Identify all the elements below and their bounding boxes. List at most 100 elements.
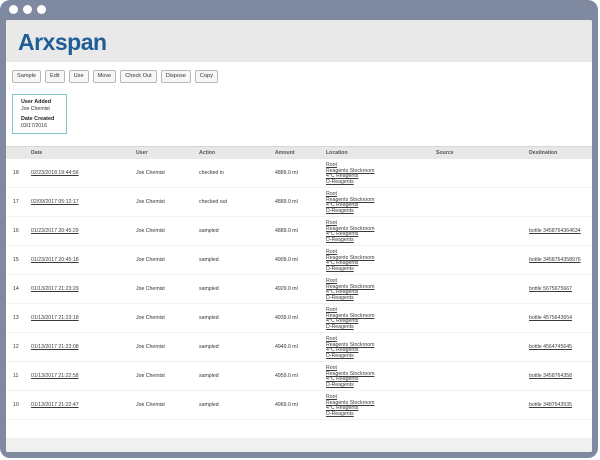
arxspan-logo[interactable]: Arxspan xyxy=(18,29,107,56)
table-row: 10 01/13/2017 21:22:47 Joe Chemist sampled 4… xyxy=(6,391,592,420)
location-link[interactable]: D-Reagents xyxy=(326,208,374,215)
row-location-path: Root Reagents Stockroom 4°C Reagents D-Reag… xyxy=(326,307,374,331)
row-user: Joe Chemist xyxy=(136,257,165,263)
row-number: 17 xyxy=(13,199,19,205)
row-location-path: Root Reagents Stockroom 4°C Reagents D-Reag… xyxy=(326,394,374,418)
row-date-link[interactable]: 02/09/2017 05:12:17 xyxy=(31,199,79,206)
row-amount: 4889.0 ml xyxy=(275,170,298,176)
row-action: sampled xyxy=(199,315,219,321)
column-header-user[interactable]: User xyxy=(136,150,148,156)
row-user: Joe Chemist xyxy=(136,286,165,292)
sample-button[interactable]: Sample xyxy=(12,70,41,83)
row-action: sampled xyxy=(199,286,219,292)
table-row: 13 01/13/2017 21:23:18 Joe Chemist sampled 4… xyxy=(6,304,592,333)
row-amount: 4939.0 ml xyxy=(275,315,298,321)
date-created-label: Date Created xyxy=(21,116,55,122)
row-action: sampled xyxy=(199,373,219,379)
row-amount: 4929.0 ml xyxy=(275,286,298,292)
row-destination-link[interactable]: bottle 3487543535 xyxy=(529,402,572,409)
location-link[interactable]: D-Reagents xyxy=(326,266,374,273)
row-destination-link[interactable]: bottle 4564745645 xyxy=(529,344,572,351)
main-panel: Sample Edit Use Move Check Out Dispose C… xyxy=(6,62,592,452)
column-header-amount[interactable]: Amount xyxy=(275,150,295,156)
row-amount: 4959.0 ml xyxy=(275,373,298,379)
dispose-button[interactable]: Dispose xyxy=(160,70,191,83)
row-user: Joe Chemist xyxy=(136,402,165,408)
row-number: 10 xyxy=(13,402,19,408)
row-user: Joe Chemist xyxy=(136,373,165,379)
window-control-minimize[interactable] xyxy=(23,5,32,14)
location-link[interactable]: D-Reagents xyxy=(326,324,374,331)
move-button[interactable]: Move xyxy=(92,70,117,83)
location-link[interactable]: D-Reagents xyxy=(326,353,374,360)
column-header-location[interactable]: Location xyxy=(326,150,348,156)
row-destination-link[interactable]: bottle 3458764364634 xyxy=(529,228,581,235)
row-amount: 4889.0 ml xyxy=(275,228,298,234)
row-date-link[interactable]: 01/23/2017 20:45:29 xyxy=(31,228,79,235)
row-destination-link[interactable]: bottle 4575643654 xyxy=(529,315,572,322)
window-control-close[interactable] xyxy=(9,5,18,14)
row-user: Joe Chemist xyxy=(136,315,165,321)
row-date-link[interactable]: 01/13/2017 21:23:08 xyxy=(31,344,79,351)
row-location-path: Root Reagents Stockroom 4°C Reagents D-Reag… xyxy=(326,162,374,186)
page-content: Arxspan Sample Edit Use Move Check Out D… xyxy=(6,20,592,452)
row-number: 15 xyxy=(13,257,19,263)
table-row: 15 01/23/2017 20:45:18 Joe Chemist sampled 4… xyxy=(6,246,592,275)
table-footer xyxy=(6,438,592,452)
check-out-button[interactable]: Check Out xyxy=(120,70,157,83)
table-row: 17 02/09/2017 05:12:17 Joe Chemist checked … xyxy=(6,188,592,217)
row-date-link[interactable]: 01/13/2017 21:22:58 xyxy=(31,373,79,380)
row-date-link[interactable]: 01/23/2017 20:45:18 xyxy=(31,257,79,264)
row-location-path: Root Reagents Stockroom 4°C Reagents D-Reag… xyxy=(326,191,374,215)
row-destination-link[interactable]: bottle 5675675667 xyxy=(529,286,572,293)
row-location-path: Root Reagents Stockroom 4°C Reagents D-Reag… xyxy=(326,278,374,302)
table-header-row: Date User Action Amount Location Source … xyxy=(6,146,592,159)
table-row: 11 01/13/2017 21:22:58 Joe Chemist sampled 4… xyxy=(6,362,592,391)
date-created-value: 03/17/2016 xyxy=(21,122,47,129)
row-action: checked in xyxy=(199,170,224,176)
row-location-path: Root Reagents Stockroom 4°C Reagents D-Reag… xyxy=(326,336,374,360)
app-window: Arxspan Sample Edit Use Move Check Out D… xyxy=(0,0,598,458)
row-number: 16 xyxy=(13,228,19,234)
location-link[interactable]: D-Reagents xyxy=(326,237,374,244)
table-row: 16 01/23/2017 20:45:29 Joe Chemist sampled 4… xyxy=(6,217,592,246)
row-date-link[interactable]: 02/23/2018 19:44:56 xyxy=(31,170,79,177)
column-header-date[interactable]: Date xyxy=(31,150,42,156)
row-amount: 4909.0 ml xyxy=(275,257,298,263)
row-action: sampled xyxy=(199,228,219,234)
row-number: 11 xyxy=(13,373,19,379)
row-date-link[interactable]: 01/13/2017 21:22:47 xyxy=(31,402,79,409)
location-link[interactable]: D-Reagents xyxy=(326,382,374,389)
location-link[interactable]: D-Reagents xyxy=(326,411,374,418)
row-location-path: Root Reagents Stockroom 4°C Reagents D-Reag… xyxy=(326,249,374,273)
row-date-link[interactable]: 01/13/2017 21:23:29 xyxy=(31,286,79,293)
row-date-link[interactable]: 01/13/2017 21:23:18 xyxy=(31,315,79,322)
row-destination-link[interactable]: bottle 3458764358 xyxy=(529,373,572,380)
row-user: Joe Chemist xyxy=(136,170,165,176)
copy-button[interactable]: Copy xyxy=(194,70,218,83)
edit-button[interactable]: Edit xyxy=(44,70,65,83)
row-action: sampled xyxy=(199,402,219,408)
container-info-card: User Added Joe Chemist Date Created 03/1… xyxy=(12,94,67,134)
location-link[interactable]: D-Reagents xyxy=(326,295,374,302)
window-control-maximize[interactable] xyxy=(37,5,46,14)
row-destination-link[interactable]: bottle 3458764358976 xyxy=(529,257,581,264)
row-amount: 4969.0 ml xyxy=(275,402,298,408)
table-body: 18 02/23/2018 19:44:56 Joe Chemist checked … xyxy=(6,159,592,420)
row-user: Joe Chemist xyxy=(136,228,165,234)
column-header-action[interactable]: Action xyxy=(199,150,215,156)
location-link[interactable]: D-Reagents xyxy=(326,179,374,186)
row-action: sampled xyxy=(199,257,219,263)
row-location-path: Root Reagents Stockroom 4°C Reagents D-Reag… xyxy=(326,365,374,389)
title-bar xyxy=(0,0,598,20)
use-button[interactable]: Use xyxy=(68,70,89,83)
row-user: Joe Chemist xyxy=(136,344,165,350)
column-header-destination[interactable]: Destination xyxy=(529,150,557,156)
column-header-source[interactable]: Source xyxy=(436,150,454,156)
row-user: Joe Chemist xyxy=(136,199,165,205)
app-header: Arxspan xyxy=(6,20,592,62)
table-row: 14 01/13/2017 21:23:29 Joe Chemist sampled 4… xyxy=(6,275,592,304)
action-toolbar: Sample Edit Use Move Check Out Dispose C… xyxy=(12,70,218,83)
row-number: 14 xyxy=(13,286,19,292)
table-row: 12 01/13/2017 21:23:08 Joe Chemist sampled 4… xyxy=(6,333,592,362)
